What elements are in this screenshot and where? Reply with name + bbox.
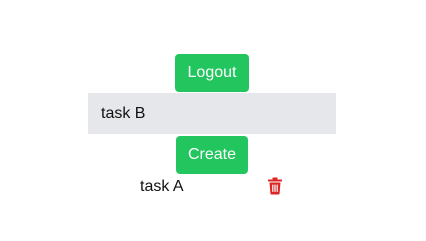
task-input[interactable]: [88, 93, 336, 134]
task-item: task A: [140, 176, 290, 198]
trash-icon[interactable]: [267, 177, 283, 195]
task-label: task A: [140, 178, 184, 195]
logout-button[interactable]: Logout: [175, 54, 249, 92]
trash-icon-svg: [268, 177, 282, 195]
create-button[interactable]: Create: [176, 136, 248, 174]
todo-app: Logout Create task A: [0, 0, 426, 241]
